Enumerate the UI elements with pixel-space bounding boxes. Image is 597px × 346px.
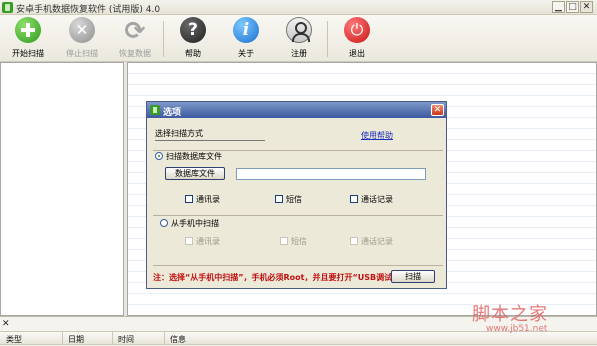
- register-label: 注册: [291, 49, 307, 58]
- start-scan-label: 开始扫描: [12, 49, 44, 58]
- log-close-icon[interactable]: ✕: [2, 319, 10, 329]
- start-scan-button[interactable]: 开始扫描: [6, 17, 50, 61]
- db-contacts-label[interactable]: 通讯录: [196, 194, 220, 205]
- stop-icon: [69, 17, 95, 43]
- column-divider: [112, 332, 113, 345]
- app-icon: [2, 2, 13, 13]
- stop-scan-label: 停止扫描: [66, 49, 98, 58]
- register-button[interactable]: 注册: [277, 17, 321, 61]
- phone-sms-label: 短信: [291, 237, 307, 246]
- note-divider: [153, 265, 443, 266]
- db-contacts-checkbox[interactable]: [185, 195, 193, 203]
- close-button[interactable]: ✕: [580, 1, 593, 13]
- user-icon: [286, 17, 312, 43]
- scan-db-radio[interactable]: [155, 152, 163, 160]
- power-icon: [344, 17, 370, 43]
- title-bar: 安卓手机数据恢复软件 (试用版) 4.0 ▁ □ ✕: [0, 0, 597, 15]
- recover-data-button[interactable]: 恢复数据: [113, 16, 157, 61]
- help-button[interactable]: 帮助: [171, 17, 215, 61]
- column-header-info[interactable]: 信息: [170, 334, 186, 345]
- toolbar-divider: [327, 21, 328, 57]
- column-divider: [62, 332, 63, 345]
- exit-button[interactable]: 退出: [335, 17, 379, 61]
- phone-contacts-checkbox[interactable]: [185, 237, 193, 245]
- column-divider: [164, 332, 165, 345]
- options-dialog: 选项 ✕ 选择扫描方式 使用帮助 扫描数据库文件 数据库文件 通讯录 短信 通话…: [146, 101, 447, 289]
- scan-phone-radio[interactable]: [160, 219, 168, 227]
- about-button[interactable]: 关于: [224, 17, 268, 61]
- question-mark-icon: [180, 17, 206, 43]
- column-header-date[interactable]: 日期: [68, 334, 84, 345]
- scan-mode-heading: 选择扫描方式: [155, 129, 203, 138]
- phone-contacts-label: 通讯录: [196, 237, 220, 246]
- watermark-url: www.jb51.net: [486, 324, 548, 334]
- stop-scan-button[interactable]: 停止扫描: [60, 17, 104, 61]
- column-header-type[interactable]: 类型: [6, 334, 22, 345]
- db-call-log-checkbox[interactable]: [350, 195, 358, 203]
- column-header-time[interactable]: 时间: [118, 334, 134, 345]
- database-path-input[interactable]: [236, 168, 426, 180]
- scan-db-label[interactable]: 扫描数据库文件: [166, 151, 222, 162]
- toolbar-divider: [163, 21, 164, 57]
- dialog-title-bar[interactable]: 选项 ✕: [147, 102, 446, 118]
- refresh-icon: [122, 16, 148, 45]
- phone-sms-checkbox[interactable]: [280, 237, 288, 245]
- info-icon: [233, 17, 259, 43]
- exit-label: 退出: [349, 49, 365, 58]
- plus-icon: [15, 17, 41, 43]
- root-requirement-note: 注：选择“从手机中扫描”，手机必须Root，并且要打开“USB调试”: [153, 273, 398, 282]
- dialog-title: 选项: [163, 108, 182, 118]
- window-title: 安卓手机数据恢复软件 (试用版) 4.0: [16, 5, 161, 15]
- minimize-button[interactable]: ▁: [552, 1, 565, 13]
- usage-help-link[interactable]: 使用帮助: [361, 130, 393, 141]
- database-file-button[interactable]: 数据库文件: [165, 167, 225, 180]
- phone-call-log-checkbox[interactable]: [350, 237, 358, 245]
- maximize-button[interactable]: □: [566, 1, 579, 13]
- watermark-text: 脚本之家: [472, 304, 548, 325]
- heading-underline: [155, 140, 265, 141]
- db-call-log-label[interactable]: 通话记录: [361, 194, 393, 205]
- scan-button[interactable]: 扫描: [391, 270, 435, 283]
- phone-call-log-label: 通话记录: [361, 237, 393, 246]
- db-sms-checkbox[interactable]: [275, 195, 283, 203]
- help-label: 帮助: [185, 49, 201, 58]
- db-sms-label[interactable]: 短信: [286, 194, 302, 205]
- data-tree-panel[interactable]: [0, 62, 124, 316]
- scan-phone-label[interactable]: 从手机中扫描: [171, 218, 219, 229]
- recover-data-label: 恢复数据: [119, 49, 151, 58]
- scan-phone-group-divider: [153, 215, 443, 216]
- toolbar: 开始扫描 停止扫描 恢复数据 帮助 关于 注册 退出: [0, 15, 597, 62]
- about-label: 关于: [238, 49, 254, 58]
- dialog-app-icon: [150, 105, 160, 115]
- dialog-close-button[interactable]: ✕: [431, 104, 444, 116]
